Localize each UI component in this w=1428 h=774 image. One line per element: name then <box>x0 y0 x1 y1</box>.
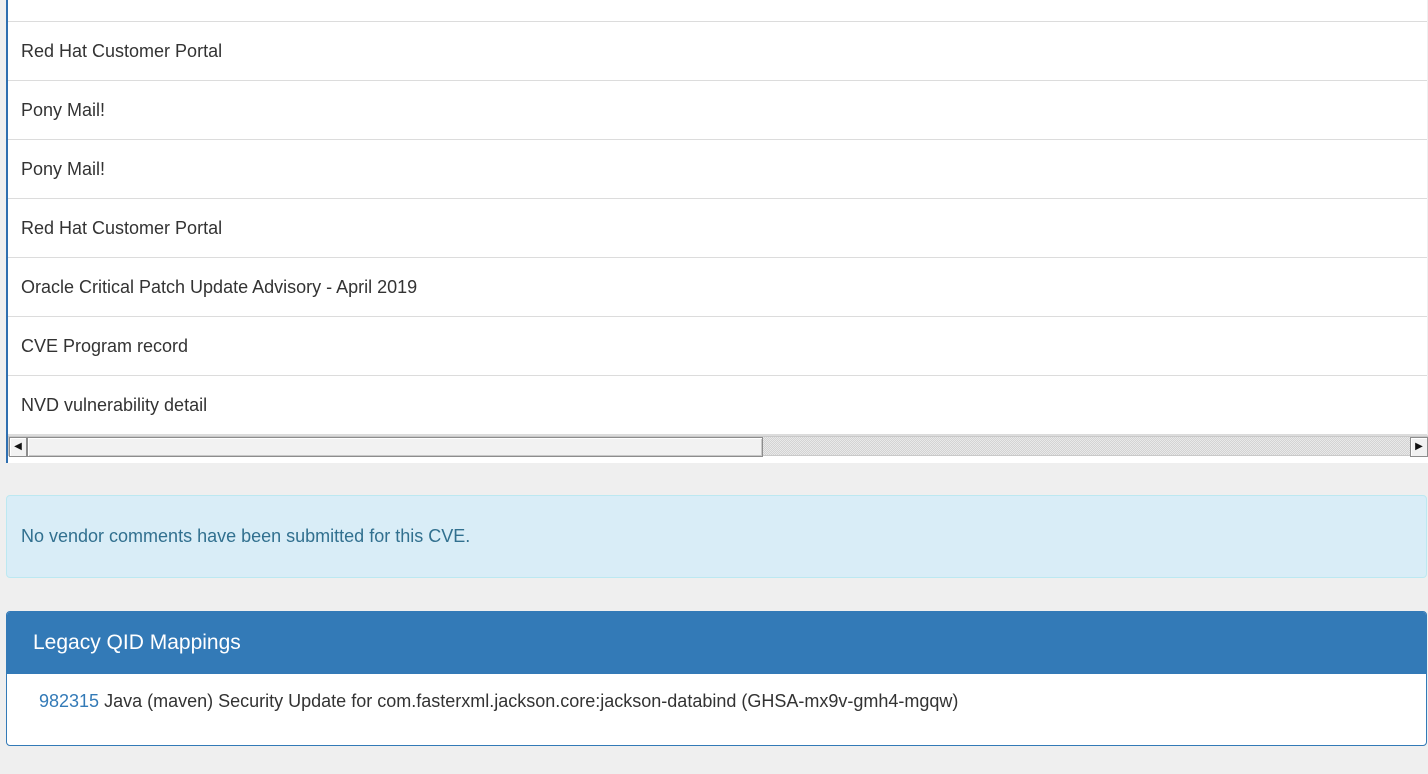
arrow-left-icon: ◀ <box>14 441 22 452</box>
reference-item[interactable]: Red Hat Customer Portal <box>8 199 1427 258</box>
legacy-qid-panel: Legacy QID Mappings 982315 Java (maven) … <box>6 611 1427 746</box>
reference-label[interactable]: Pony Mail! <box>21 159 105 180</box>
scrollbar-track[interactable]: ◀ ▶ <box>8 436 1428 457</box>
references-panel: Red Hat Customer Portal Pony Mail! Pony … <box>6 0 1428 463</box>
panel-title: Legacy QID Mappings <box>33 631 241 654</box>
qid-title: Java (maven) Security Update for com.fas… <box>104 691 959 711</box>
scrollbar-thumb[interactable] <box>27 437 763 457</box>
reference-label[interactable]: Red Hat Customer Portal <box>21 218 222 239</box>
scroll-left-button[interactable]: ◀ <box>9 437 27 457</box>
reference-item[interactable]: Red Hat Customer Portal <box>8 22 1427 81</box>
legacy-qid-body: 982315 Java (maven) Security Update for … <box>7 674 1426 712</box>
legacy-qid-heading: Legacy QID Mappings <box>7 612 1426 674</box>
horizontal-scrollbar[interactable]: ◀ ▶ <box>8 435 1428 463</box>
reference-item[interactable]: NVD vulnerability detail <box>8 376 1427 435</box>
scroll-right-button[interactable]: ▶ <box>1410 437 1428 457</box>
reference-item[interactable]: CVE Program record <box>8 317 1427 376</box>
reference-item[interactable]: Oracle Critical Patch Update Advisory - … <box>8 258 1427 317</box>
reference-label[interactable]: NVD vulnerability detail <box>21 395 207 416</box>
vendor-comments-message: No vendor comments have been submitted f… <box>21 526 471 546</box>
reference-label[interactable]: Oracle Critical Patch Update Advisory - … <box>21 277 417 298</box>
reference-label[interactable]: Pony Mail! <box>21 100 105 121</box>
vendor-comments-alert: No vendor comments have been submitted f… <box>6 495 1427 578</box>
reference-item[interactable]: Pony Mail! <box>8 81 1427 140</box>
reference-item[interactable]: Pony Mail! <box>8 140 1427 199</box>
arrow-right-icon: ▶ <box>1415 441 1423 452</box>
reference-label[interactable]: CVE Program record <box>21 336 188 357</box>
qid-link[interactable]: 982315 <box>39 691 99 711</box>
references-row-top <box>8 0 1427 22</box>
reference-label[interactable]: Red Hat Customer Portal <box>21 41 222 62</box>
